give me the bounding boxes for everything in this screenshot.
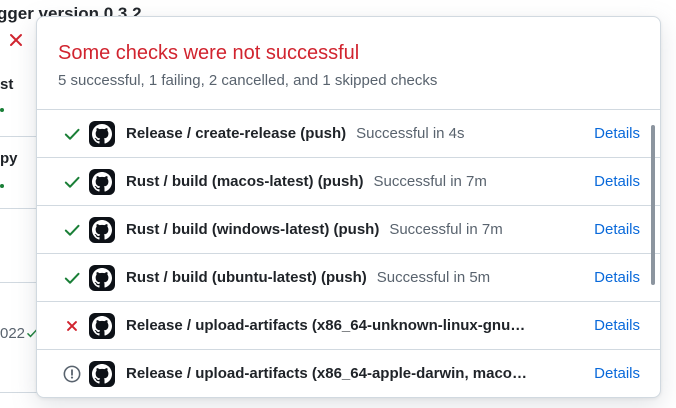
status-dot: [0, 108, 4, 112]
details-link[interactable]: Details: [594, 254, 640, 302]
check-row: Release / create-release (push) Successfu…: [37, 110, 660, 158]
popover-header: Some checks were not successful 5 succes…: [37, 17, 660, 110]
check-name: Rust / build (ubuntu-latest) (push) Succe…: [126, 254, 490, 302]
details-link[interactable]: Details: [594, 110, 640, 158]
divider: [0, 392, 40, 393]
github-actions-avatar: [89, 361, 115, 387]
divider: [0, 208, 40, 209]
alert-circle-icon: [63, 365, 81, 383]
check-row: Rust / build (windows-latest) (push) Succ…: [37, 206, 660, 254]
divider: [0, 282, 40, 283]
check-icon: [63, 125, 81, 143]
check-title: Release / create-release (push): [126, 125, 347, 142]
github-actions-avatar: [89, 313, 115, 339]
github-actions-avatar: [89, 265, 115, 291]
details-link[interactable]: Details: [594, 206, 640, 254]
check-duration: Successful in 5m: [376, 269, 491, 286]
check-title: Rust / build (windows-latest) (push): [126, 221, 380, 238]
popover-title: Some checks were not successful: [58, 42, 360, 64]
check-duration: Successful in 4s: [356, 125, 465, 142]
check-name: Rust / build (macos-latest) (push) Succes…: [126, 158, 487, 206]
checks-popover: Some checks were not successful 5 succes…: [36, 16, 661, 398]
status-dot: [0, 184, 4, 188]
background-text: st: [0, 76, 14, 93]
close-icon[interactable]: [8, 32, 24, 48]
check-row: Release / upload-artifacts (x86_64-apple…: [37, 350, 660, 397]
check-title: Rust / build (ubuntu-latest) (push): [126, 269, 367, 286]
check-row: Rust / build (ubuntu-latest) (push) Succe…: [37, 254, 660, 302]
check-name: Release / upload-artifacts (x86_64-unkno…: [126, 302, 535, 350]
check-name: Rust / build (windows-latest) (push) Succ…: [126, 206, 503, 254]
check-title: Rust / build (macos-latest) (push): [126, 173, 364, 190]
check-name: Release / create-release (push) Successfu…: [126, 110, 465, 158]
background-text: py: [0, 150, 18, 167]
divider: [0, 136, 40, 137]
github-actions-avatar: [89, 121, 115, 147]
check-name: Release / upload-artifacts (x86_64-apple…: [126, 350, 537, 397]
scrollbar[interactable]: [651, 125, 655, 285]
check-row: Rust / build (macos-latest) (push) Succes…: [37, 158, 660, 206]
check-duration: Successful in 7m: [389, 221, 503, 238]
details-link[interactable]: Details: [594, 302, 640, 350]
check-icon: [63, 269, 81, 287]
date-text: 022: [0, 325, 26, 342]
checks-list: Release / create-release (push) Successfu…: [37, 110, 660, 397]
check-icon: [63, 173, 81, 191]
github-actions-avatar: [89, 217, 115, 243]
x-icon: [63, 317, 81, 335]
check-row: Release / upload-artifacts (x86_64-unkno…: [37, 302, 660, 350]
details-link[interactable]: Details: [594, 158, 640, 206]
details-link[interactable]: Details: [594, 350, 640, 397]
check-icon: [63, 221, 81, 239]
check-title: Release / upload-artifacts (x86_64-unkno…: [126, 317, 526, 334]
check-title: Release / upload-artifacts (x86_64-apple…: [126, 365, 527, 382]
check-duration: Successful in 7m: [373, 173, 487, 190]
checks-summary: 5 successful, 1 failing, 2 cancelled, an…: [58, 72, 438, 89]
github-actions-avatar: [89, 169, 115, 195]
